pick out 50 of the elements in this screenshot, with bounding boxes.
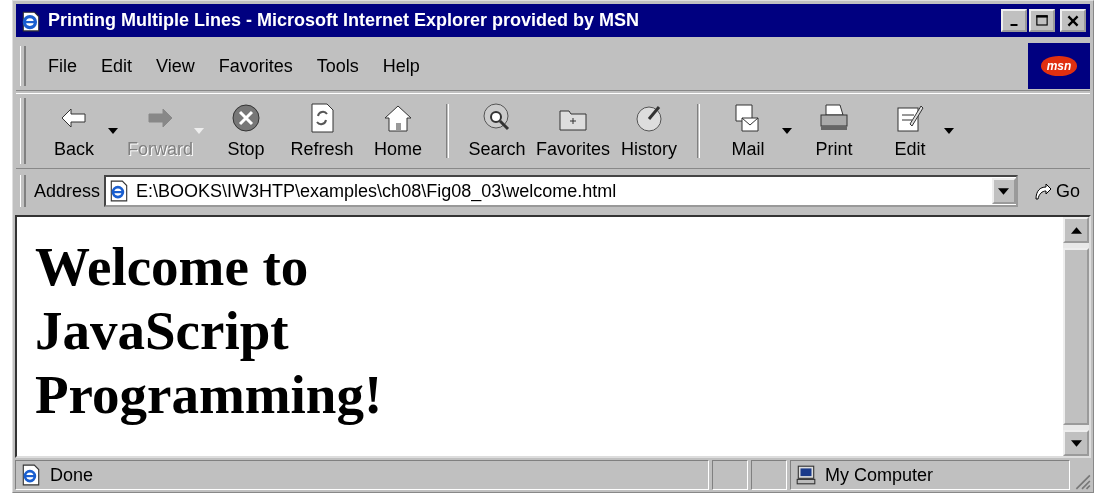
dropdown-button[interactable] <box>992 178 1016 204</box>
scrollbar[interactable] <box>1063 217 1089 456</box>
history-button[interactable]: History <box>611 98 687 164</box>
menu-item[interactable]: View <box>144 55 207 77</box>
home-button[interactable]: Home <box>360 98 436 164</box>
toolbar-grip[interactable] <box>20 46 26 86</box>
status-panel <box>712 460 748 490</box>
status-panel <box>751 460 787 490</box>
close-button[interactable] <box>1060 9 1086 32</box>
msn-logo: msn <box>1028 43 1090 89</box>
minimize-button[interactable] <box>1001 9 1027 32</box>
minimize-icon <box>1010 23 1018 26</box>
heading-line: Welcome to <box>35 235 309 299</box>
down-arrow-icon <box>1070 439 1082 447</box>
back-button[interactable]: Back <box>36 98 112 164</box>
maximize-button[interactable] <box>1029 9 1055 32</box>
caret-icon <box>998 187 1010 195</box>
refresh-button[interactable]: Refresh <box>284 98 360 164</box>
menu-item[interactable]: Help <box>370 55 432 77</box>
toolbar-grip[interactable] <box>20 98 26 164</box>
stop-icon <box>230 102 262 134</box>
print-button[interactable]: Print <box>796 98 872 164</box>
browser-icon <box>20 9 42 32</box>
address-field[interactable]: E:\BOOKS\IW3HTP\examples\ch08\Fig08_03\welcome.html <box>104 175 1018 207</box>
computer-icon <box>795 464 817 486</box>
edit-button[interactable]: Edit <box>872 98 948 164</box>
menu-item[interactable]: File <box>36 55 89 77</box>
caret-icon[interactable] <box>782 128 792 134</box>
curved-arrow-icon <box>1032 181 1052 201</box>
menu-item[interactable]: Edit <box>89 55 145 77</box>
favorites-button[interactable]: Favorites <box>535 98 611 164</box>
window-title: Printing Multiple Lines - Microsoft Internet Explorer provided by MSN <box>48 10 641 31</box>
search-button[interactable]: Search <box>459 98 535 164</box>
status-text: Done <box>50 464 94 486</box>
stop-button[interactable]: Stop <box>208 98 284 164</box>
zone-text: My Computer <box>825 464 934 486</box>
address-label: Address <box>34 180 101 202</box>
page-icon <box>20 464 42 486</box>
caret-icon[interactable] <box>944 128 954 134</box>
mail-button[interactable]: Mail <box>710 98 786 164</box>
go-button[interactable]: Go <box>1022 180 1090 202</box>
resize-grip-icon[interactable] <box>1073 472 1091 490</box>
caret-icon[interactable] <box>108 128 118 134</box>
up-arrow-icon <box>1070 226 1082 234</box>
menu-item[interactable]: Favorites <box>206 55 305 77</box>
menu-item[interactable]: Tools <box>304 55 371 77</box>
maximize-icon <box>1034 12 1050 29</box>
toolbar-grip[interactable] <box>20 175 26 207</box>
heading-line: JavaScript <box>35 299 289 363</box>
heading-line: Programming! <box>35 363 383 427</box>
